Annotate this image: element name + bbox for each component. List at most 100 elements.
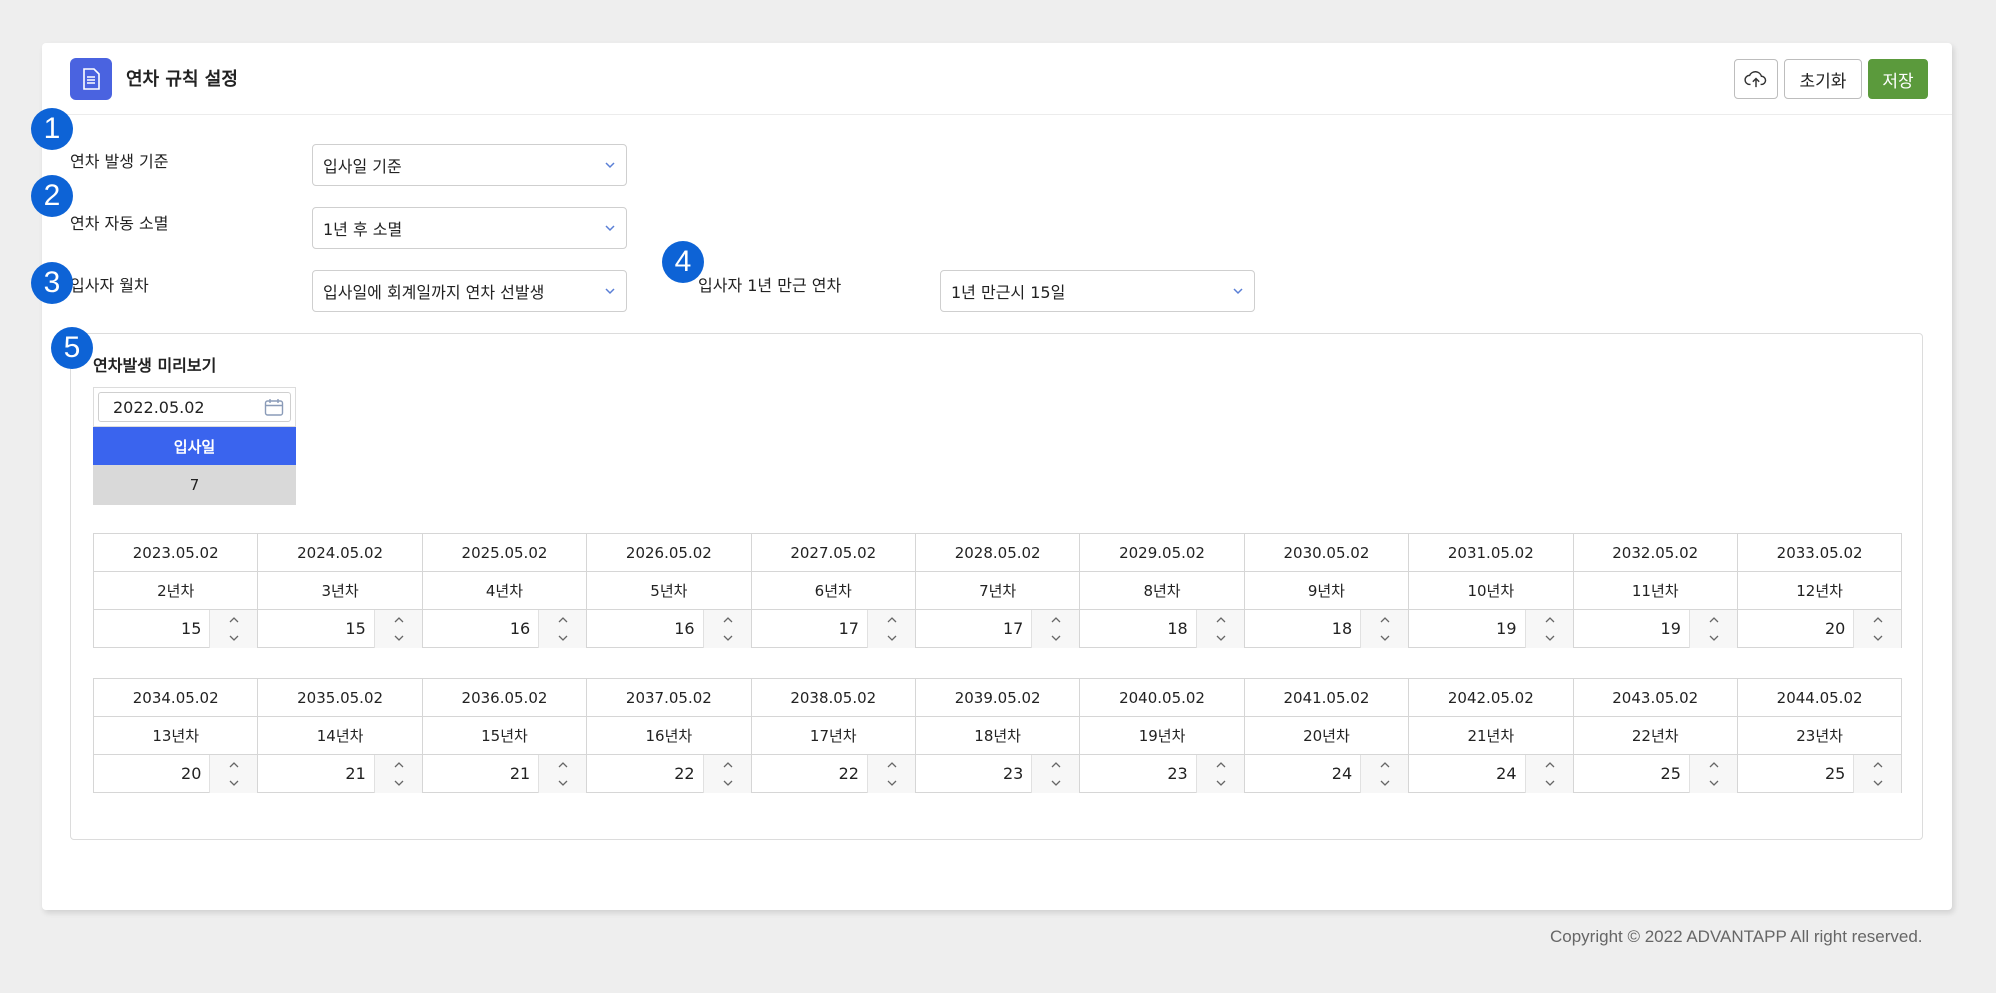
chevron-up-icon[interactable]: [885, 758, 899, 772]
leave-days-stepper[interactable]: 15: [92, 609, 259, 648]
leave-days-value[interactable]: 23: [1003, 764, 1023, 783]
chevron-down-icon: [605, 225, 615, 232]
leave-days-stepper[interactable]: 23: [1079, 754, 1245, 793]
leave-days-value[interactable]: 22: [674, 764, 694, 783]
chevron-down-icon[interactable]: [721, 776, 735, 790]
grant-date-cell: 2037.05.02: [586, 678, 752, 717]
leave-days-value[interactable]: 25: [1661, 764, 1681, 783]
chevron-down-icon[interactable]: [1214, 631, 1228, 645]
upload-button[interactable]: [1734, 59, 1778, 99]
chevron-up-icon[interactable]: [556, 758, 570, 772]
chevron-down-icon[interactable]: [227, 776, 241, 790]
chevron-up-icon[interactable]: [392, 613, 406, 627]
chevron-up-icon[interactable]: [1543, 758, 1557, 772]
leave-days-stepper[interactable]: 21: [257, 754, 423, 793]
calendar-icon[interactable]: [264, 398, 284, 416]
chevron-down-icon[interactable]: [1049, 776, 1063, 790]
chevron-down-icon: [605, 288, 615, 295]
chevron-down-icon[interactable]: [1543, 776, 1557, 790]
chevron-up-icon[interactable]: [885, 613, 899, 627]
chevron-down-icon[interactable]: [556, 631, 570, 645]
chevron-down-icon[interactable]: [227, 631, 241, 645]
leave-days-stepper[interactable]: 16: [421, 609, 588, 648]
leave-days-value[interactable]: 23: [1167, 764, 1187, 783]
chevron-up-icon[interactable]: [227, 758, 241, 772]
chevron-up-icon[interactable]: [1707, 758, 1721, 772]
chevron-down-icon[interactable]: [885, 631, 899, 645]
chevron-down-icon[interactable]: [1214, 776, 1228, 790]
leave-days-value[interactable]: 15: [181, 619, 201, 638]
leave-days-value[interactable]: 25: [1825, 764, 1845, 783]
chevron-down-icon[interactable]: [1707, 776, 1721, 790]
chevron-up-icon[interactable]: [1707, 613, 1721, 627]
chevron-down-icon[interactable]: [392, 776, 406, 790]
leave-days-value[interactable]: 19: [1496, 619, 1516, 638]
chevron-down-icon[interactable]: [1707, 631, 1721, 645]
leave-days-stepper[interactable]: 17: [914, 609, 1081, 648]
chevron-up-icon[interactable]: [721, 613, 735, 627]
chevron-up-icon[interactable]: [556, 613, 570, 627]
chevron-up-icon[interactable]: [1871, 758, 1885, 772]
chevron-down-icon[interactable]: [885, 776, 899, 790]
chevron-up-icon[interactable]: [1378, 613, 1392, 627]
leave-days-value[interactable]: 17: [1003, 619, 1023, 638]
leave-days-stepper[interactable]: 22: [586, 754, 752, 793]
leave-days-stepper[interactable]: 17: [750, 609, 916, 648]
leave-days-value[interactable]: 20: [1825, 619, 1845, 638]
leave-days-stepper[interactable]: 15: [257, 609, 423, 648]
leave-days-value[interactable]: 18: [1332, 619, 1352, 638]
leave-days-stepper[interactable]: 21: [421, 754, 588, 793]
reset-button[interactable]: 초기화: [1784, 59, 1862, 99]
chevron-up-icon[interactable]: [721, 758, 735, 772]
leave-days-value[interactable]: 22: [839, 764, 859, 783]
chevron-up-icon[interactable]: [392, 758, 406, 772]
chevron-up-icon[interactable]: [227, 613, 241, 627]
leave-days-stepper[interactable]: 24: [1243, 754, 1410, 793]
chevron-up-icon[interactable]: [1543, 613, 1557, 627]
chevron-up-icon[interactable]: [1049, 758, 1063, 772]
save-button[interactable]: 저장: [1868, 59, 1928, 99]
leave-days-value[interactable]: 24: [1332, 764, 1352, 783]
leave-basis-select[interactable]: 입사일 기준: [312, 144, 627, 186]
leave-days-value[interactable]: 19: [1661, 619, 1681, 638]
auto-expire-select[interactable]: 1년 후 소멸: [312, 207, 627, 249]
leave-days-value[interactable]: 21: [510, 764, 530, 783]
leave-days-stepper[interactable]: 25: [1572, 754, 1738, 793]
leave-days-stepper[interactable]: 18: [1243, 609, 1410, 648]
leave-days-stepper[interactable]: 23: [914, 754, 1081, 793]
chevron-down-icon[interactable]: [1049, 631, 1063, 645]
leave-days-value[interactable]: 17: [839, 619, 859, 638]
leave-days-stepper[interactable]: 20: [92, 754, 259, 793]
chevron-up-icon[interactable]: [1214, 613, 1228, 627]
monthly-leave-select[interactable]: 입사일에 회계일까지 연차 선발생: [312, 270, 627, 312]
chevron-down-icon[interactable]: [1378, 776, 1392, 790]
hire-date-input[interactable]: 2022.05.02: [98, 392, 291, 422]
leave-days-stepper[interactable]: 20: [1736, 609, 1903, 648]
leave-days-stepper[interactable]: 19: [1408, 609, 1574, 648]
leave-days-stepper[interactable]: 19: [1572, 609, 1738, 648]
leave-days-value[interactable]: 20: [181, 764, 201, 783]
leave-days-value[interactable]: 24: [1496, 764, 1516, 783]
leave-days-value[interactable]: 16: [510, 619, 530, 638]
leave-days-stepper[interactable]: 18: [1079, 609, 1245, 648]
chevron-down-icon[interactable]: [1871, 776, 1885, 790]
chevron-down-icon[interactable]: [1543, 631, 1557, 645]
chevron-down-icon[interactable]: [556, 776, 570, 790]
chevron-down-icon[interactable]: [721, 631, 735, 645]
first-year-select[interactable]: 1년 만근시 15일: [940, 270, 1255, 312]
chevron-down-icon[interactable]: [1871, 631, 1885, 645]
chevron-up-icon[interactable]: [1049, 613, 1063, 627]
leave-days-stepper[interactable]: 16: [586, 609, 752, 648]
chevron-up-icon[interactable]: [1378, 758, 1392, 772]
leave-days-value[interactable]: 21: [345, 764, 365, 783]
chevron-down-icon[interactable]: [1378, 631, 1392, 645]
leave-days-value[interactable]: 16: [674, 619, 694, 638]
chevron-up-icon[interactable]: [1214, 758, 1228, 772]
leave-days-stepper[interactable]: 24: [1408, 754, 1574, 793]
chevron-up-icon[interactable]: [1871, 613, 1885, 627]
leave-days-value[interactable]: 18: [1167, 619, 1187, 638]
leave-days-stepper[interactable]: 25: [1736, 754, 1903, 793]
chevron-down-icon[interactable]: [392, 631, 406, 645]
leave-days-stepper[interactable]: 22: [750, 754, 916, 793]
leave-days-value[interactable]: 15: [345, 619, 365, 638]
